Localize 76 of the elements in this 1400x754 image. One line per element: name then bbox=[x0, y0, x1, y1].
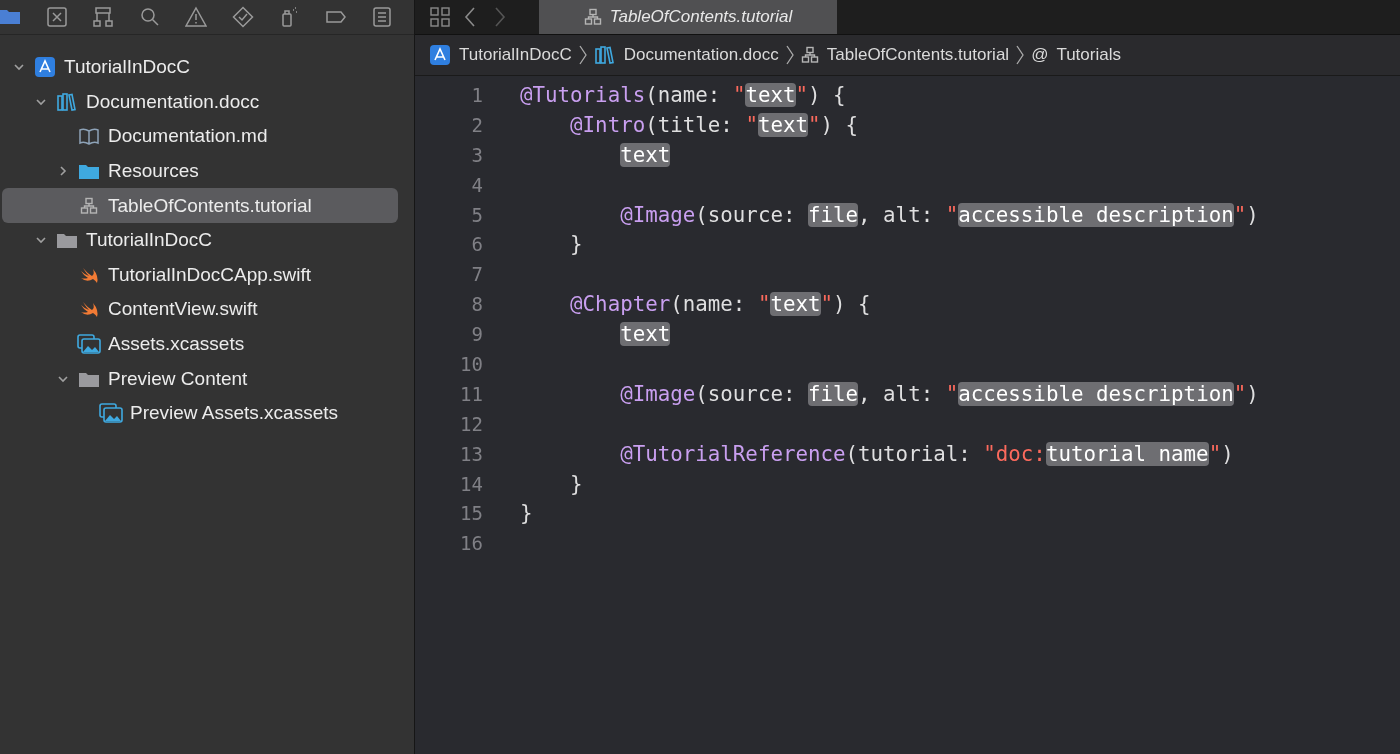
file-name: Preview Content bbox=[108, 367, 248, 390]
list-icon bbox=[371, 6, 393, 28]
code-line: } bbox=[570, 232, 583, 257]
chevron-right-icon[interactable] bbox=[57, 165, 69, 178]
images-icon bbox=[76, 333, 102, 356]
books-icon bbox=[56, 90, 78, 113]
chevron-right-icon bbox=[784, 44, 795, 66]
app-icon bbox=[34, 56, 56, 79]
line-number: 9 bbox=[470, 323, 483, 346]
code-line: } bbox=[570, 471, 583, 496]
code-line: @Intro(title: "text") { bbox=[570, 112, 859, 137]
line-number: 14 bbox=[459, 472, 483, 495]
books-icon bbox=[593, 44, 616, 66]
line-number: 7 bbox=[470, 263, 483, 286]
file-name: TableOfContents.tutorial bbox=[108, 194, 312, 217]
line-number: 13 bbox=[459, 442, 483, 465]
file-tree-row[interactable]: TutorialInDocC bbox=[2, 50, 398, 85]
file-name: ContentView.swift bbox=[108, 298, 258, 321]
hierarchy-icon bbox=[92, 6, 114, 28]
file-tree-row[interactable]: Assets.xcassets bbox=[2, 326, 398, 362]
file-tree-row[interactable]: Preview Content bbox=[2, 361, 398, 396]
blocks-icon bbox=[583, 8, 602, 26]
file-name: Assets.xcassets bbox=[108, 333, 245, 356]
blocks-icon bbox=[80, 196, 98, 215]
line-number: 3 bbox=[470, 143, 483, 166]
chevron-left-icon bbox=[463, 6, 477, 28]
file-name: TutorialInDocC bbox=[86, 229, 212, 252]
line-number: 2 bbox=[470, 113, 483, 136]
code-line: @Tutorials(name: "text") { bbox=[520, 82, 846, 107]
line-number: 8 bbox=[470, 293, 483, 316]
file-name: TutorialInDocC bbox=[64, 56, 190, 79]
line-number: 10 bbox=[459, 352, 483, 375]
app-icon bbox=[429, 44, 451, 66]
file-tree-row[interactable]: TutorialInDocC bbox=[2, 222, 398, 258]
line-number: 1 bbox=[470, 83, 483, 106]
file-tree-row[interactable]: TutorialInDocCApp.swift bbox=[2, 257, 398, 293]
code-line: @Image(source: file, alt: "accessible description") bbox=[620, 381, 1259, 406]
chevron-right-icon bbox=[493, 6, 507, 28]
blocks-icon bbox=[800, 46, 819, 64]
warning-icon bbox=[185, 6, 207, 28]
diamond-check-icon bbox=[231, 6, 254, 28]
file-tree-row[interactable]: TableOfContents.tutorial bbox=[2, 188, 398, 223]
file-tree-row[interactable]: Documentation.docc bbox=[2, 84, 398, 120]
line-number: 4 bbox=[470, 173, 483, 196]
file-tree-row[interactable]: Documentation.md bbox=[2, 119, 398, 154]
code-line: @Chapter(name: "text") { bbox=[570, 292, 871, 317]
code-line: } bbox=[520, 501, 533, 526]
line-number: 6 bbox=[470, 233, 483, 256]
file-tree-row[interactable]: Preview Assets.xcassets bbox=[2, 395, 398, 431]
file-name: TutorialInDocCApp.swift bbox=[108, 263, 312, 286]
breadcrumb-item[interactable]: Documentation.docc bbox=[593, 44, 779, 66]
code-line: @Image(source: file, alt: "accessible description") bbox=[620, 202, 1259, 227]
line-number: 5 bbox=[470, 203, 483, 226]
file-tree-row[interactable]: ContentView.swift bbox=[2, 292, 398, 327]
grid-button[interactable] bbox=[427, 4, 453, 30]
file-name: Documentation.md bbox=[108, 125, 268, 148]
code-line: @TutorialReference(tutorial: "doc:tutorial name") bbox=[620, 441, 1234, 466]
file-tree-row[interactable]: Resources bbox=[2, 153, 398, 189]
grid-icon bbox=[430, 7, 450, 27]
breadcrumb-item[interactable]: @ Tutorials bbox=[1031, 45, 1121, 65]
line-number: 15 bbox=[459, 502, 483, 525]
breadcrumb-item[interactable]: TutorialInDocC bbox=[429, 44, 572, 66]
chevron-right-icon bbox=[1015, 44, 1026, 66]
line-number: 12 bbox=[459, 412, 483, 435]
breadcrumb-item[interactable]: TableOfContents.tutorial bbox=[800, 45, 1010, 65]
search-icon bbox=[138, 6, 161, 28]
line-number: 11 bbox=[459, 382, 483, 405]
book-icon bbox=[78, 125, 100, 148]
editor-tab[interactable]: TableOfContents.tutorial bbox=[539, 0, 837, 34]
file-name: Preview Assets.xcassets bbox=[130, 402, 339, 425]
file-name: Documentation.docc bbox=[86, 90, 260, 113]
line-number: 16 bbox=[459, 532, 483, 555]
chevron-right-icon bbox=[577, 44, 588, 66]
square-x-icon bbox=[45, 6, 68, 28]
file-name: Resources bbox=[108, 160, 199, 183]
images-icon bbox=[98, 402, 124, 425]
